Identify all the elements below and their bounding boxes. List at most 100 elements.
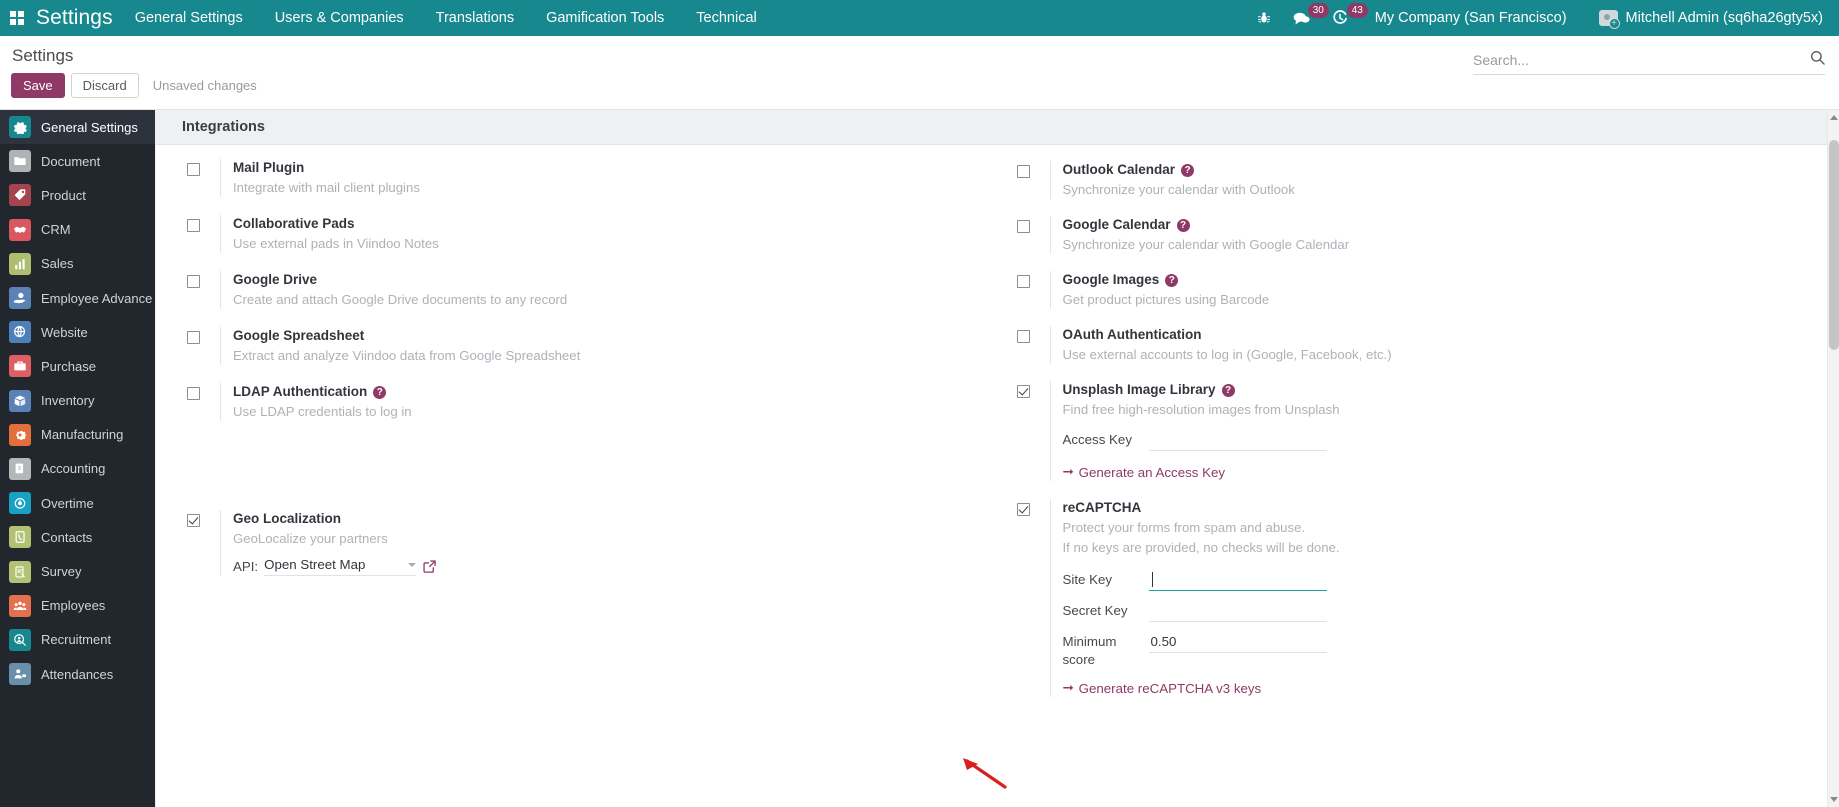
sidebar-item-website[interactable]: Website [0, 315, 155, 349]
secret-key-input[interactable] [1148, 603, 1327, 622]
row-title: Unsplash Image Library ? [1063, 381, 1839, 399]
sidebar-item-document[interactable]: Document [0, 144, 155, 178]
sidebar-item-purchase[interactable]: Purchase [0, 349, 155, 383]
help-icon[interactable]: ? [373, 385, 387, 399]
help-icon[interactable]: ? [1181, 163, 1195, 177]
stopwatch-icon [9, 492, 31, 515]
scrollbar-thumb[interactable] [1829, 140, 1839, 350]
ldap-authentication-checkbox[interactable] [187, 387, 200, 400]
setting-label: reCAPTCHA [1062, 500, 1142, 515]
company-switcher[interactable]: My Company (San Francisco) [1359, 10, 1583, 26]
unsplash-checkbox[interactable] [1016, 385, 1030, 398]
help-icon[interactable]: ? [1176, 218, 1190, 232]
sidebar-label: Website [41, 324, 88, 340]
access-key-input[interactable] [1148, 432, 1327, 451]
menu-translations[interactable]: Translations [420, 0, 530, 36]
clipboard-icon [9, 560, 31, 583]
search-icon[interactable] [1810, 50, 1825, 69]
scroll-up-icon[interactable] [1830, 115, 1838, 120]
main-scrollbar[interactable] [1827, 110, 1839, 807]
site-key-input[interactable] [1148, 572, 1327, 591]
outlook-calendar-checkbox[interactable] [1016, 165, 1030, 178]
discard-button[interactable]: Discard [70, 73, 139, 98]
people-icon [9, 594, 31, 617]
sidebar-item-recruitment[interactable]: Recruitment [0, 623, 155, 657]
save-button[interactable]: Save [11, 73, 65, 98]
collaborative-pads-checkbox[interactable] [187, 219, 200, 232]
row-body: OAuth Authentication Use external accoun… [1049, 326, 1839, 364]
setting-oauth-authentication: OAuth Authentication Use external accoun… [1016, 326, 1839, 364]
messages-button[interactable]: 30 [1282, 0, 1329, 36]
minimum-score-input[interactable] [1148, 634, 1327, 653]
generate-recaptcha-keys-link[interactable]: ➞ Generate reCAPTCHA v3 keys [1063, 680, 1262, 696]
row-body: Google Images ? Get product pictures usi… [1049, 271, 1839, 309]
sidebar-item-contacts[interactable]: Contacts [0, 520, 155, 554]
sidebar-label: Accounting [41, 461, 106, 477]
sidebar-item-accounting[interactable]: $ Accounting [0, 452, 155, 486]
activities-button[interactable]: 43 [1321, 0, 1368, 36]
sidebar-label: Product [41, 187, 86, 203]
cog-wrench-icon [9, 423, 31, 446]
menu-general-settings[interactable]: General Settings [119, 0, 259, 36]
apps-menu-toggle[interactable] [0, 0, 34, 36]
recaptcha-checkbox[interactable] [1016, 503, 1030, 516]
sidebar-item-attendances[interactable]: Attendances [0, 657, 155, 691]
bug-icon [1257, 12, 1270, 23]
menu-gamification-tools[interactable]: Gamification Tools [530, 0, 680, 36]
sidebar-item-sales[interactable]: Sales [0, 247, 155, 281]
google-images-checkbox[interactable] [1016, 275, 1030, 288]
user-menu[interactable]: Mitchell Admin (sq6ha26gty5x) [1583, 10, 1839, 29]
sidebar-item-manufacturing[interactable]: Manufacturing [0, 418, 155, 452]
clock-activity-icon [1333, 10, 1347, 24]
row-title: Google Spreadsheet [233, 327, 998, 345]
help-icon[interactable]: ? [1221, 383, 1235, 397]
app-brand-settings[interactable]: Settings [34, 6, 119, 30]
google-drive-checkbox[interactable] [187, 275, 200, 288]
minimum-score-input-wrap [1148, 633, 1327, 653]
top-navbar: Settings General Settings Users & Compan… [0, 0, 1839, 36]
geo-api-select[interactable]: Open Street Map [264, 557, 417, 576]
sidebar-label: General Settings [41, 119, 138, 135]
settings-sidebar: General Settings Document Product CRM Sa [0, 110, 155, 807]
google-spreadsheet-checkbox[interactable] [187, 331, 200, 344]
scroll-down-icon[interactable] [1830, 797, 1838, 802]
sidebar-item-employee-advance[interactable]: Employee Advance [0, 281, 155, 315]
menu-users-companies[interactable]: Users & Companies [259, 0, 420, 36]
sidebar-item-survey[interactable]: Survey [0, 554, 155, 588]
setting-google-spreadsheet: Google Spreadsheet Extract and analyze V… [187, 327, 998, 365]
sidebar-label: Inventory [41, 393, 95, 409]
sidebar-item-inventory[interactable]: Inventory [0, 384, 155, 418]
control-panel-buttons: Save Discard Unsaved changes [0, 73, 1839, 98]
sidebar-item-overtime[interactable]: Overtime [0, 486, 155, 520]
search-input[interactable] [1473, 51, 1810, 68]
generate-access-key-link[interactable]: ➞ Generate an Access Key [1063, 464, 1226, 480]
mail-plugin-checkbox[interactable] [187, 163, 200, 176]
geo-localization-checkbox[interactable] [187, 514, 200, 527]
setting-label: OAuth Authentication [1062, 327, 1202, 342]
oauth-authentication-checkbox[interactable] [1016, 330, 1030, 343]
sidebar-item-product[interactable]: Product [0, 178, 155, 212]
body-wrapper: General Settings Document Product CRM Sa [0, 110, 1839, 807]
menu-technical[interactable]: Technical [680, 0, 772, 36]
sidebar-item-employees[interactable]: Employees [0, 589, 155, 623]
setting-description: Get product pictures using Barcode [1062, 292, 1270, 307]
debug-menu-button[interactable] [1246, 0, 1282, 36]
sidebar-label: Sales [41, 256, 74, 272]
setting-label: Collaborative Pads [233, 216, 355, 231]
magnify-user-icon [9, 628, 31, 651]
setting-label: Outlook Calendar [1062, 162, 1176, 177]
sidebar-label: Document [41, 153, 101, 169]
invoice-icon: $ [9, 457, 31, 480]
globe-cursor-icon [9, 321, 31, 344]
sidebar-item-general-settings[interactable]: General Settings [0, 110, 155, 145]
hand-money-icon [9, 287, 31, 310]
setting-description-line1: Protect your forms from spam and abuse. [1062, 520, 1306, 535]
sidebar-item-crm[interactable]: CRM [0, 213, 155, 247]
setting-geo-localization: Geo Localization GeoLocalize your partne… [187, 510, 998, 576]
search-bar[interactable] [1473, 50, 1825, 75]
external-link-icon[interactable] [422, 559, 437, 574]
help-icon[interactable]: ? [1165, 273, 1179, 287]
google-calendar-checkbox[interactable] [1016, 220, 1030, 233]
folder-icon [9, 150, 31, 173]
setting-description: Synchronize your calendar with Outlook [1062, 182, 1295, 197]
